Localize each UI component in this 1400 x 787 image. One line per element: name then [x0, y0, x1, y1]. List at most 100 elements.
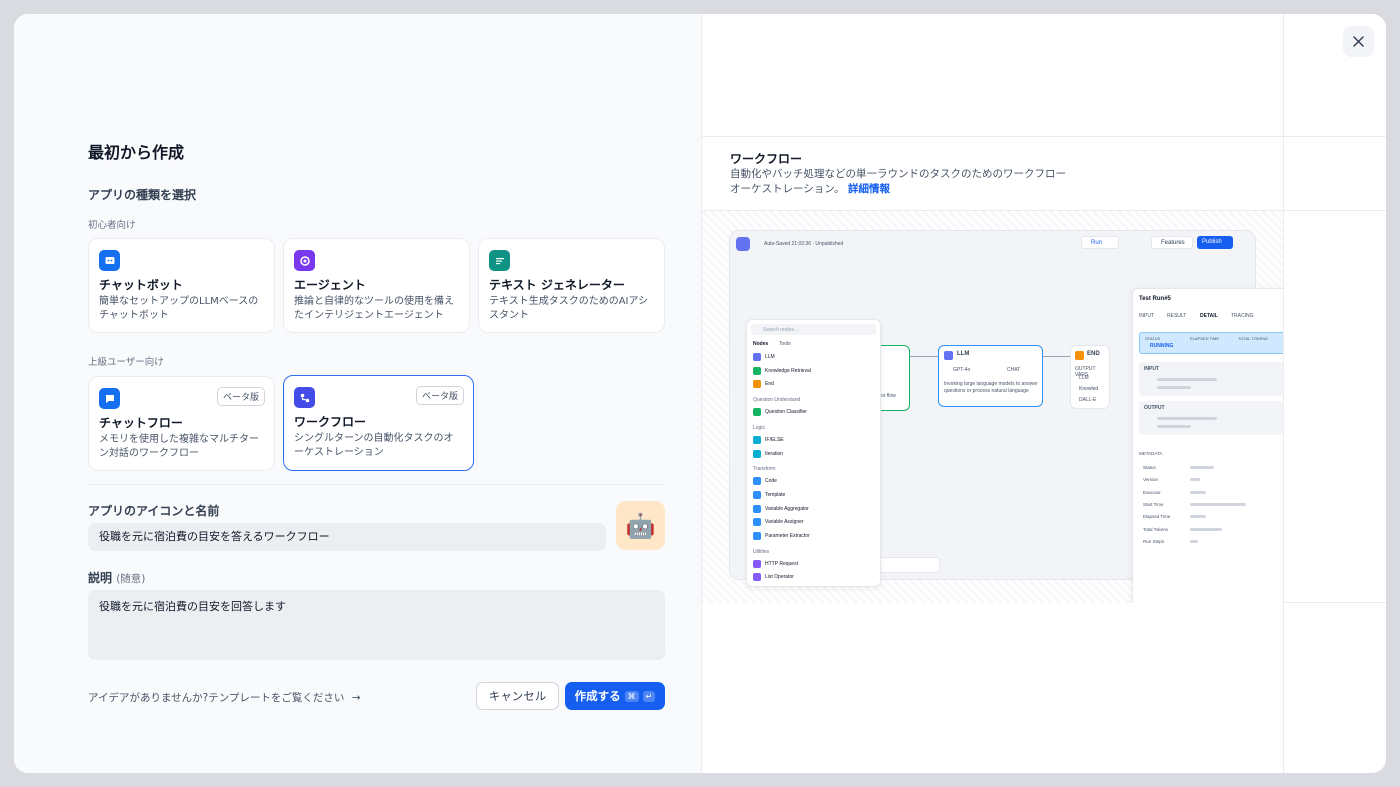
- node-item-label: Template: [765, 491, 786, 498]
- autosave-status: Auto-Saved 21:02:36 · Unpublished: [764, 241, 844, 247]
- app-type-agent-card[interactable]: エージェント 推論と自律的なツールの使用を備えたインテリジェントエージェント: [283, 238, 470, 333]
- node-item-label: Utilities: [753, 548, 770, 555]
- placeholder-bar: [1190, 466, 1214, 469]
- end-row: LLM: [1079, 375, 1089, 381]
- close-icon: [1353, 36, 1364, 47]
- app-name-input[interactable]: 役職を元に宿泊費の目安を答えるワークフロー: [88, 523, 606, 551]
- card-description: メモリを使用した複雑なマルチターン対話のワークフロー: [99, 434, 259, 459]
- card-title: エージェント: [294, 278, 366, 292]
- publish-button: Publish: [1197, 236, 1233, 249]
- create-button[interactable]: 作成する ⌘ ↵: [565, 682, 665, 710]
- preview-panel: ワークフロー 自動化やバッチ処理などの単一ラウンドのタスクのためのワークフローオ…: [701, 14, 1386, 773]
- status-value: RUNNING: [1150, 343, 1174, 349]
- command-key-icon: ⌘: [624, 690, 639, 702]
- status-box: STATUS RUNNING ELAPSED TIME TOTAL TOKENS: [1139, 332, 1283, 354]
- node-type-icon: [753, 353, 761, 361]
- node-type-icon: [753, 449, 761, 458]
- card-description: テキスト生成タスクのためのAIアシスタント: [489, 296, 649, 321]
- node-type-icon: [753, 504, 761, 513]
- app-type-chatflow-card[interactable]: ベータ版 チャットフロー メモリを使用した複雑なマルチターン対話のワークフロー: [88, 376, 275, 471]
- agent-icon: [294, 250, 315, 271]
- preview-description: 自動化やバッチ処理などの単一ラウンドのタスクのためのワークフローオーケストレーシ…: [730, 167, 1075, 197]
- placeholder-bar: [1190, 539, 1198, 543]
- description-label-text: 説明: [88, 571, 113, 585]
- llm-node-desc: Invoking large language models to answer…: [944, 381, 1038, 394]
- close-button[interactable]: [1343, 26, 1374, 57]
- app-logo-icon: [736, 237, 750, 251]
- preview-title: ワークフロー: [730, 152, 803, 166]
- output-box: OUTPUT: [1139, 401, 1283, 435]
- node-type-icon: [753, 435, 761, 444]
- metadata-key: Status: [1143, 465, 1156, 470]
- node-item: List Operator: [753, 573, 794, 582]
- node-item: Variable Assigner: [753, 518, 804, 527]
- tab-tracing: TRACING: [1231, 313, 1254, 319]
- node-type-icon: [753, 380, 761, 389]
- node-item-label: Code: [765, 478, 777, 485]
- node-group-header: Logic: [753, 425, 765, 431]
- node-item-label: Question Understand: [753, 397, 801, 404]
- placeholder-bar: [1157, 425, 1191, 428]
- test-run-panel: Test Run#5 ✕ INPUT RESULT DETAIL TRACING…: [1132, 288, 1283, 603]
- placeholder-bar: [1157, 378, 1217, 381]
- node-type-icon: [753, 559, 761, 568]
- node-item: Iteration: [753, 449, 784, 458]
- placeholder-bar: [1190, 478, 1200, 482]
- app-icon-picker[interactable]: 🤖: [616, 501, 665, 550]
- node-search: Search nodes...: [751, 324, 876, 335]
- beginner-label: 初心者向け: [88, 220, 136, 231]
- grid-line: [1283, 14, 1284, 773]
- run-label: Run: [1091, 240, 1103, 246]
- metadata-key: Total Tokens: [1143, 526, 1168, 532]
- description-textarea[interactable]: 役職を元に宿泊費の目安を回答します: [88, 590, 665, 660]
- node-item-label: End: [765, 381, 774, 388]
- node-item-label: HTTP Request: [765, 560, 798, 567]
- app-type-workflow-card[interactable]: ベータ版 ワークフロー シングルターンの自動化タスクのオーケストレーション: [283, 375, 474, 471]
- cancel-button[interactable]: キャンセル: [476, 682, 559, 710]
- app-type-chatbot-card[interactable]: チャットボット 簡単なセットアップのLLMベースのチャットボット: [88, 238, 275, 333]
- metadata-key: Run Steps: [1143, 538, 1165, 544]
- icon-name-label: アプリのアイコンと名前: [88, 504, 220, 518]
- workflow-canvas: Auto-Saved 21:02:36 · Unpublished Run Fe…: [729, 230, 1283, 603]
- llm-icon: [944, 351, 953, 360]
- node-item: HTTP Request: [753, 559, 798, 568]
- card-title: チャットフロー: [99, 416, 183, 430]
- node-item: Question Classifier: [753, 408, 807, 417]
- optional-label: (随意): [116, 573, 146, 585]
- chatbot-icon: [99, 250, 120, 271]
- metadata-key: Executor: [1143, 489, 1161, 495]
- arrow-right-icon: →: [351, 692, 361, 704]
- card-description: 簡単なセットアップのLLMベースのチャットボット: [99, 296, 259, 321]
- learn-more-link[interactable]: 詳細情報: [848, 183, 890, 195]
- node-item: Knowledge Retrieval: [753, 366, 811, 375]
- node-item: Template: [753, 490, 786, 499]
- card-description: 推論と自律的なツールの使用を備えたインテリジェントエージェント: [294, 296, 454, 321]
- section-divider: [88, 484, 665, 485]
- beta-badge: ベータ版: [216, 387, 265, 406]
- test-run-title: Test Run#5: [1139, 296, 1171, 302]
- node-item-label: Iteration: [765, 450, 784, 457]
- run-button: Run: [1081, 236, 1119, 249]
- features-label: Features: [1161, 240, 1185, 246]
- tab-result: RESULT: [1167, 313, 1187, 319]
- template-link[interactable]: アイデアがありませんか?テンプレートをご覧ください →: [88, 690, 361, 705]
- preview-description-text: 自動化やバッチ処理などの単一ラウンドのタスクのためのワークフローオーケストレーシ…: [730, 168, 1066, 195]
- node-picker-panel: Search nodes... Nodes Tools LLM Knowledge…: [746, 319, 881, 587]
- node-item-label: Question Classifier: [765, 409, 807, 416]
- workflow-preview-image: Auto-Saved 21:02:36 · Unpublished Run Fe…: [702, 211, 1283, 603]
- placeholder-bar: [1190, 527, 1222, 531]
- create-form-panel: 最初から作成 アプリの種類を選択 初心者向け チャットボット 簡単なセットアップ…: [14, 14, 701, 773]
- node-item: LLM: [753, 353, 775, 361]
- node-type-icon: [753, 477, 761, 486]
- card-description: シングルターンの自動化タスクのオーケストレーション: [294, 433, 454, 458]
- input-box: INPUT: [1139, 362, 1283, 396]
- placeholder-bar: [1190, 502, 1246, 506]
- publish-label: Publish: [1202, 239, 1222, 245]
- tab-input: INPUT: [1139, 313, 1154, 319]
- node-item-label: Logic: [753, 424, 765, 431]
- app-type-text-generator-card[interactable]: テキスト ジェネレーター テキスト生成タスクのためのAIアシスタント: [478, 238, 665, 333]
- node-item-label: Transform: [753, 466, 776, 473]
- app-type-label: アプリの種類を選択: [88, 188, 197, 202]
- node-item-label: List Operator: [765, 574, 794, 581]
- node-item: Code: [753, 477, 777, 486]
